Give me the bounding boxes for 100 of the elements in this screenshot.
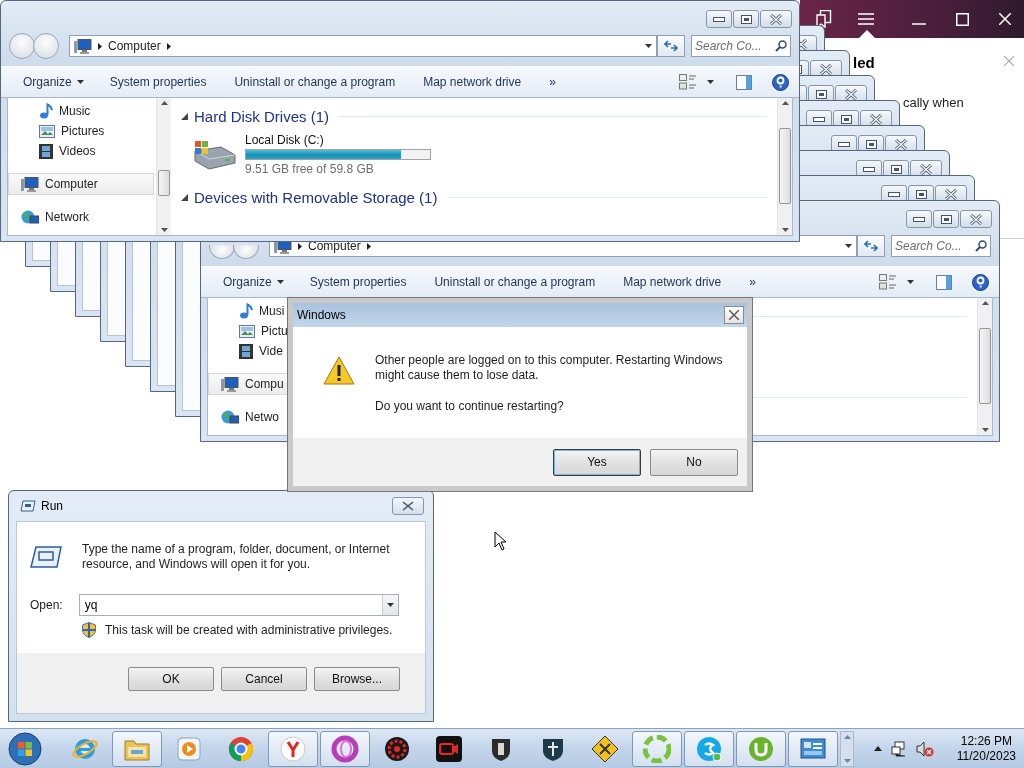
clock-date[interactable]: 11/20/2023 [956,748,1016,764]
run-icon [30,546,62,568]
free-space-label: 9.51 GB free of 59.8 GB [245,161,375,176]
collapse-triangle-icon[interactable] [181,112,188,120]
taskbar-scroll[interactable] [840,730,854,767]
breadcrumb[interactable]: Computer [108,39,161,53]
caret-icon [845,244,852,248]
view-options-icon[interactable] [679,74,697,90]
maximize-button[interactable] [933,210,959,228]
computer-icon [74,38,92,54]
refresh-button[interactable] [857,235,885,257]
show-hidden-icons-icon[interactable] [873,746,882,751]
scrollbar[interactable] [156,98,171,235]
collapse-triangle-icon[interactable] [181,193,188,201]
menu-icon[interactable] [858,13,874,25]
caret-icon [907,280,914,284]
breadcrumb[interactable]: Computer [308,239,361,253]
scrollbar[interactable] [977,298,992,435]
film-strip-icon [39,143,53,159]
close-icon [844,88,858,100]
address-bar[interactable]: Computer [69,35,657,57]
orb-icon [8,731,42,766]
muted-speaker-icon[interactable] [915,740,934,757]
minimize-icon [813,116,825,122]
maximize-icon [815,89,827,99]
maximize-icon [890,164,902,174]
drive-name[interactable]: Local Disk (C:) [245,132,431,147]
search-box[interactable]: Search Co... [891,235,991,257]
scrollbar[interactable] [777,98,792,235]
search-input[interactable]: Search Co... [695,39,775,53]
ring-logo-icon [331,734,359,763]
command-button[interactable]: System properties [301,271,415,293]
scroll-up-icon [981,301,989,305]
picture-icon [239,324,255,338]
breadcrumb-arrow-icon [166,42,171,50]
admin-note: This task will be created with administrative privileges. [105,623,393,637]
close-icon [869,113,883,125]
open-combobox[interactable]: yq [78,594,399,616]
caret-icon [645,44,652,48]
close-button[interactable] [960,210,992,228]
bookmarks-icon[interactable] [816,10,832,28]
command-button[interactable]: Uninstall or change a program [226,71,404,93]
gear-icon [383,734,411,763]
run-icon [20,500,36,512]
nav-item[interactable]: Pictures [8,121,154,141]
help-icon[interactable] [772,73,789,91]
preview-pane-icon[interactable] [736,74,752,90]
clock-time[interactable]: 12:26 PM [960,733,1013,749]
command-button[interactable]: System properties [101,71,215,93]
close-button[interactable] [724,306,744,324]
cloud-logo-icon [695,734,723,763]
preview-pane-icon[interactable] [936,274,952,290]
close-button[interactable] [760,10,792,28]
search-box[interactable]: Search Co... [691,35,791,57]
scroll-down-icon [160,228,168,232]
dialog-button[interactable]: No [650,448,738,476]
circle-logo-icon [227,734,255,763]
group-heading: Devices with Removable Storage (1) [194,188,438,206]
dialog-button[interactable]: Yes [553,448,641,476]
scroll-thumb[interactable] [158,170,170,196]
nav-item[interactable]: Music [8,101,154,121]
network-icon [21,209,39,225]
dialog-button[interactable]: Browse... [314,667,400,691]
network-icon[interactable] [890,740,907,757]
close-button[interactable] [392,497,424,515]
scroll-down-icon [981,428,989,432]
leaf-logo-icon [643,734,671,763]
search-input[interactable]: Search Co... [895,239,975,253]
dialog-title: Windows [297,308,346,322]
nav-item[interactable]: Videos [8,141,154,161]
organize-menu[interactable]: Organize [15,71,92,93]
minimize-button[interactable] [906,210,932,228]
more-commands-button[interactable]: » [741,271,764,293]
maximize-icon [940,214,952,224]
view-options-icon[interactable] [879,274,897,290]
more-commands-button[interactable]: » [541,71,564,93]
dialog-button[interactable]: Cancel [221,667,307,691]
command-button[interactable]: Map network drive [415,71,530,93]
refresh-button[interactable] [657,35,685,57]
scroll-thumb[interactable] [979,328,991,404]
close-icon [894,138,908,150]
popup-text: cally when [903,95,964,110]
group-heading: Hard Disk Drives (1) [194,107,329,125]
dialog-question: Do you want to continue restarting? [375,399,565,414]
breadcrumb-arrow-icon [366,242,371,250]
command-button[interactable]: Map network drive [615,271,730,293]
minimize-button[interactable] [706,10,732,28]
help-icon[interactable] [972,273,989,291]
open-input[interactable]: yq [79,598,382,612]
caret-icon [276,280,284,284]
dialog-button[interactable]: OK [128,667,214,691]
maximize-button[interactable] [733,10,759,28]
close-icon [402,501,414,511]
nav-item[interactable]: Computer [8,173,154,195]
network-icon [221,409,239,425]
scroll-thumb[interactable] [779,128,791,204]
organize-menu[interactable]: Organize [215,271,292,293]
command-button[interactable]: Uninstall or change a program [426,271,604,293]
nav-item[interactable]: Network [8,207,154,227]
maximize-icon[interactable] [956,12,969,26]
